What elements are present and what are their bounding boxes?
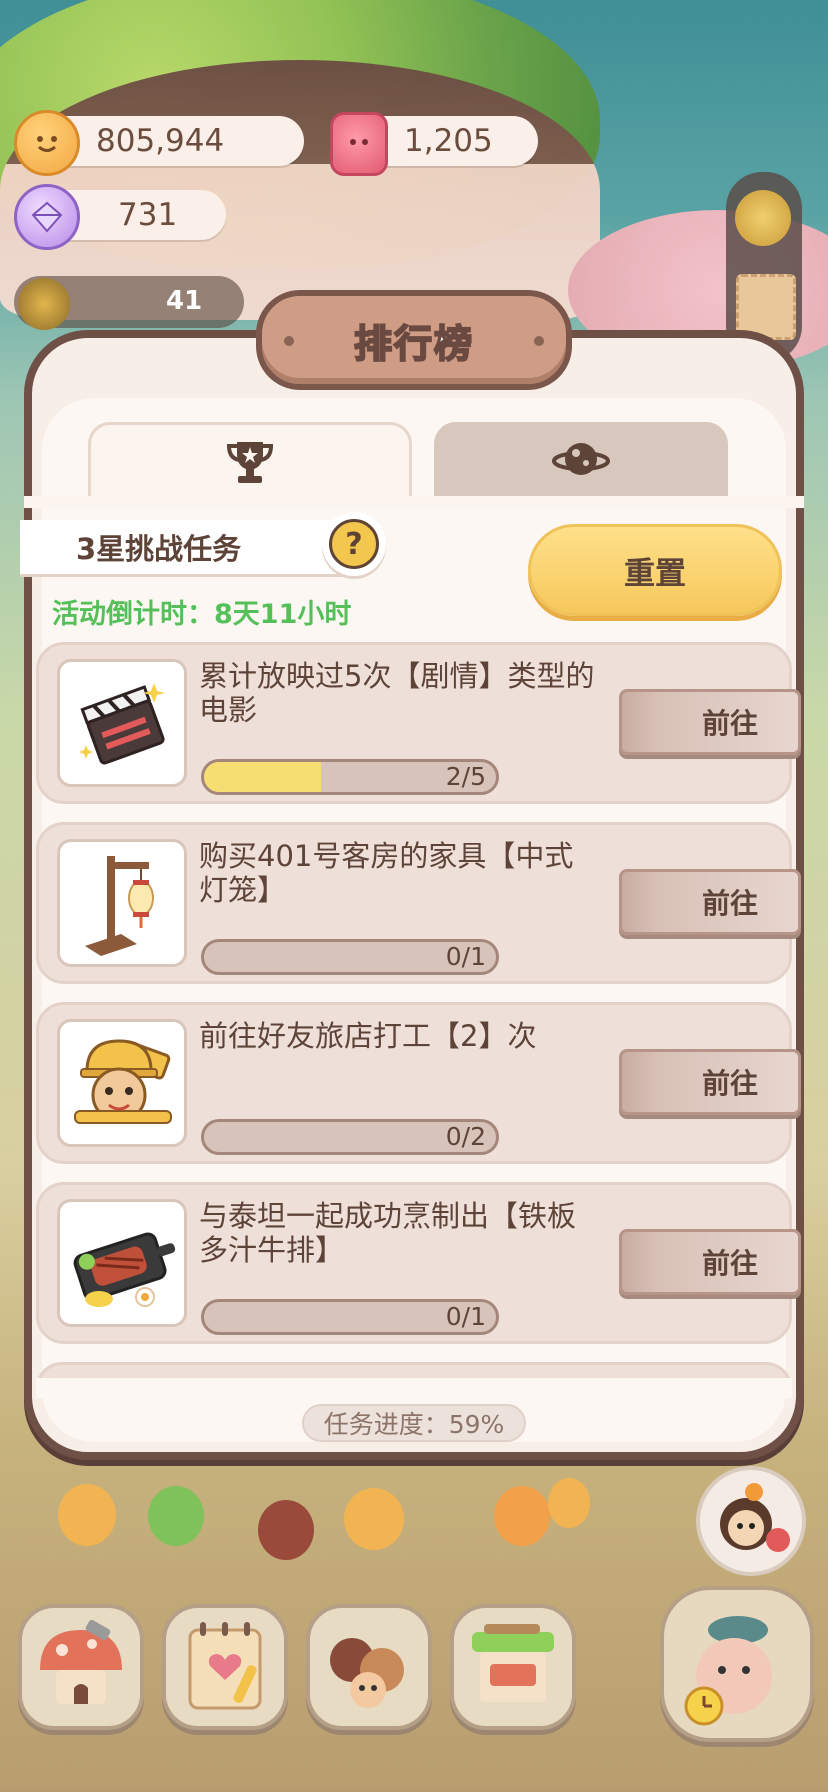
quest-progress-bar: 2/5 [201, 759, 499, 795]
cookie-character [258, 1500, 314, 1560]
quest-description: 购买401号客房的家具【中式灯笼】 [199, 839, 574, 907]
panel-title: 排行榜 [353, 321, 474, 367]
quest-description: 前往好友旅店打工【2】次 [199, 1019, 537, 1053]
quest-progress-bar: 0/2 [201, 1119, 499, 1155]
plate-rivet-left [284, 336, 294, 346]
go-button-label: 前往 [701, 1067, 758, 1100]
notebook-icon [188, 1622, 262, 1710]
quest-item: 与泰坦一起成功烹制出【铁板多汁牛排】 0/1 前往 [36, 1182, 801, 1344]
cookie-character [548, 1478, 590, 1528]
tab-body-edge [24, 496, 804, 508]
mushroom-house-icon [40, 1619, 122, 1704]
settings-gear-icon[interactable] [735, 190, 791, 246]
chat-bubble-button[interactable] [696, 1466, 806, 1576]
quest-progress-bar: 0/1 [201, 939, 499, 975]
tab-trophy[interactable] [88, 422, 412, 503]
candle-icon [330, 112, 388, 176]
go-button[interactable]: 前往 [619, 1229, 801, 1295]
event-countdown: 活动倒计时：8天11小时 [52, 599, 352, 630]
quest-progress-text: 0/1 [445, 942, 486, 971]
quest-item: 购买401号客房的家具【中式灯笼】 0/1 前往 [36, 822, 801, 984]
planet-icon [552, 435, 610, 487]
hidden-counter-sun-icon [18, 278, 70, 330]
challenge-label-text: 3星挑战任务 [76, 532, 242, 566]
steak-icon [57, 1199, 187, 1327]
nav-mushroom-house[interactable] [18, 1604, 144, 1730]
quest-description: 与泰坦一起成功烹制出【铁板多汁牛排】 [199, 1199, 577, 1267]
nav-alarm-pet[interactable] [660, 1586, 814, 1742]
alarm-clock-pet-icon [684, 1616, 772, 1726]
cookie-group-icon [330, 1638, 404, 1708]
task-progress-text: 任务进度：59% [323, 1410, 505, 1439]
trophy-icon [223, 438, 277, 490]
nav-notebook[interactable] [162, 1604, 288, 1730]
worker-cookie-icon [57, 1019, 187, 1147]
tab-planet[interactable] [434, 422, 728, 500]
cookie-character [148, 1486, 204, 1546]
quest-progress-text: 2/5 [445, 762, 486, 791]
go-button[interactable]: 前往 [619, 869, 801, 935]
clapperboard-icon [57, 659, 187, 787]
reset-button-label: 重置 [624, 555, 686, 592]
quest-progress-bar: 0/1 [201, 1299, 499, 1335]
cookie-icon [14, 110, 80, 176]
gem-icon [14, 184, 80, 250]
panel-title-plate: 排行榜 [256, 290, 572, 390]
cookie-character [344, 1488, 404, 1550]
cat-avatar-icon [720, 1483, 790, 1552]
quest-progress-text: 0/2 [445, 1122, 486, 1151]
reset-button[interactable]: 重置 [528, 524, 782, 616]
quest-progress-fill [204, 762, 321, 792]
quest-item: 累计放映过5次【剧情】类型的电影 2/5 前往 [36, 642, 801, 804]
nav-shop[interactable] [450, 1604, 576, 1730]
list-fade [36, 1378, 792, 1398]
quest-progress-text: 0/1 [445, 1302, 486, 1331]
cookie-character [58, 1484, 116, 1546]
task-progress: 任务进度：59% [302, 1404, 526, 1442]
lantern-icon [57, 839, 187, 967]
quest-item: 前往好友旅店打工【2】次 0/2 前往 [36, 1002, 801, 1164]
plate-rivet-right [534, 336, 544, 346]
hidden-counter: 41 [166, 286, 203, 316]
go-button[interactable]: 前往 [619, 689, 801, 755]
go-button[interactable]: 前往 [619, 1049, 801, 1115]
go-button-label: 前往 [701, 707, 758, 740]
help-button[interactable]: ? [322, 512, 386, 576]
go-button-label: 前往 [701, 1247, 758, 1280]
shop-stall-icon [472, 1624, 554, 1702]
quest-description: 累计放映过5次【剧情】类型的电影 [199, 659, 595, 727]
nav-cookie-gathering[interactable] [306, 1604, 432, 1730]
cookie-character [494, 1486, 550, 1546]
go-button-label: 前往 [701, 887, 758, 920]
question-icon: ? [329, 519, 379, 569]
